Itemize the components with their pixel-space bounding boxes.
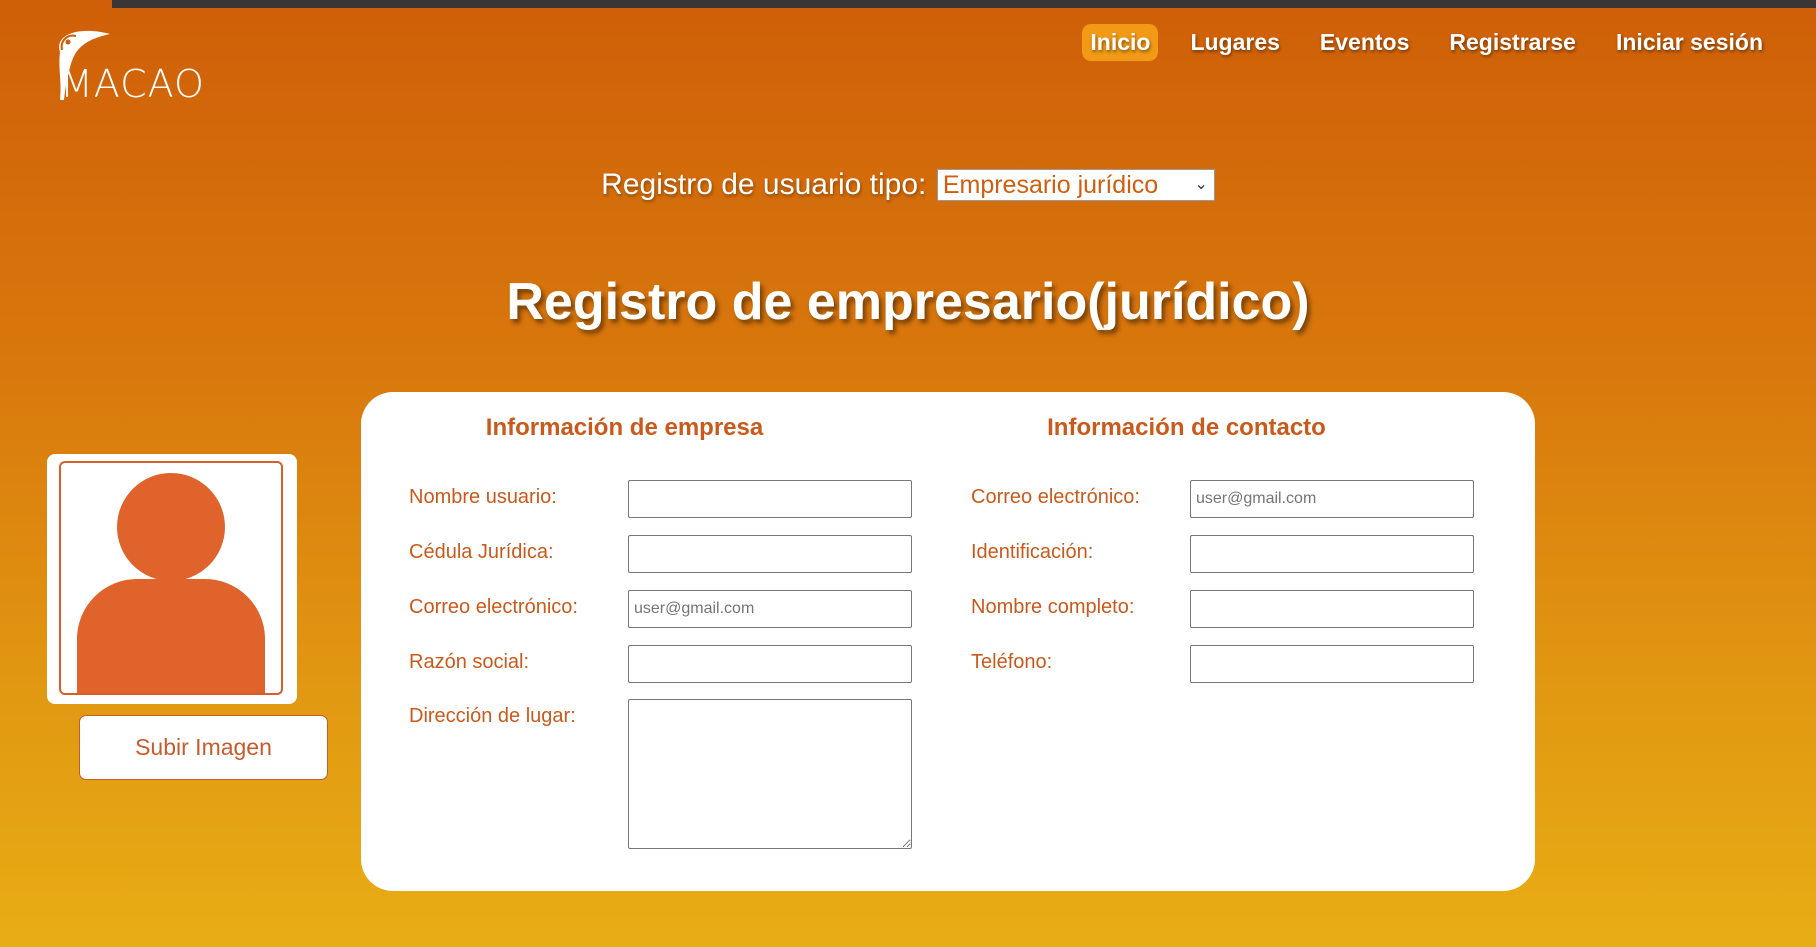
company-email-input[interactable] [628, 590, 912, 628]
field-nombre-completo: Nombre completo: [971, 590, 1491, 628]
registration-form: Información de empresa Nombre usuario: C… [361, 392, 1535, 891]
avatar-head [117, 473, 225, 581]
business-name-input[interactable] [628, 645, 912, 683]
username-input[interactable] [628, 480, 912, 518]
browser-top-strip [0, 0, 1816, 8]
phone-input[interactable] [1190, 645, 1474, 683]
field-label: Razón social: [409, 651, 530, 673]
brand-name: MACAO [60, 62, 205, 106]
nav-item-inicio[interactable]: Inicio [1082, 24, 1159, 61]
nav-item-lugares[interactable]: Lugares [1182, 24, 1287, 61]
contact-email-input[interactable] [1190, 480, 1474, 518]
field-direccion: Dirección de lugar: [409, 699, 929, 849]
field-telefono: Teléfono: [971, 645, 1491, 683]
avatar-preview [47, 454, 297, 704]
field-correo-empresa: Correo electrónico: [409, 590, 929, 628]
company-info-title: Información de empresa [485, 414, 764, 441]
page-title: Registro de empresario(jurídico) [506, 273, 1310, 331]
field-razon-social: Razón social: [409, 645, 929, 683]
user-silhouette-icon [59, 461, 283, 695]
contact-info-title: Información de contacto [1047, 414, 1326, 441]
field-cedula-juridica: Cédula Jurídica: [409, 535, 929, 573]
user-type-selected: Empresario jurídico [942, 171, 1159, 199]
chevron-down-icon: ⌄ [1194, 176, 1208, 193]
field-label: Teléfono: [971, 651, 1053, 673]
address-textarea[interactable] [628, 699, 912, 849]
avatar-body [77, 579, 265, 693]
nav-item-eventos[interactable]: Eventos [1312, 24, 1417, 61]
field-label: Nombre usuario: [409, 486, 557, 508]
field-label: Nombre completo: [971, 596, 1135, 618]
legal-id-input[interactable] [628, 535, 912, 573]
field-correo-contacto: Correo electrónico: [971, 480, 1491, 518]
field-label: Cédula Jurídica: [409, 541, 554, 563]
field-label: Correo electrónico: [409, 596, 578, 618]
user-type-label: Registro de usuario tipo: [601, 168, 927, 201]
field-nombre-usuario: Nombre usuario: [409, 480, 929, 518]
field-label: Correo electrónico: [971, 486, 1140, 508]
user-type-select[interactable]: Empresario jurídico ⌄ [936, 169, 1215, 201]
nav-item-iniciar-sesion[interactable]: Iniciar sesión [1608, 24, 1771, 61]
identification-input[interactable] [1190, 535, 1474, 573]
field-label: Dirección de lugar: [409, 705, 576, 727]
field-identificacion: Identificación: [971, 535, 1491, 573]
user-type-row: Registro de usuario tipo: Empresario jur… [0, 168, 1816, 202]
field-label: Identificación: [971, 541, 1094, 563]
full-name-input[interactable] [1190, 590, 1474, 628]
upload-image-button[interactable]: Subir Imagen [79, 715, 328, 780]
main-nav: Inicio Lugares Eventos Registrarse Inici… [1082, 24, 1771, 61]
nav-item-registrarse[interactable]: Registrarse [1441, 24, 1584, 61]
brand-logo[interactable]: MACAO [40, 22, 204, 106]
